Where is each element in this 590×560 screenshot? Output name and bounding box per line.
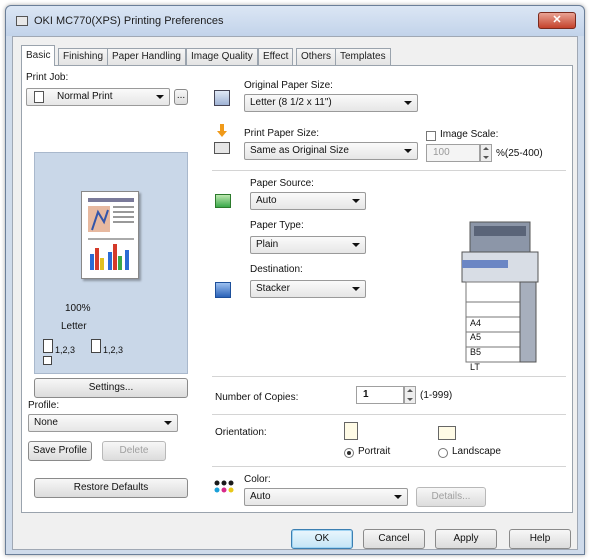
profile-label: Profile: — [28, 400, 60, 411]
paper-type-value: Plain — [256, 239, 279, 250]
tab-others[interactable]: Others — [296, 48, 337, 65]
print-job-value: Normal Print — [57, 91, 113, 102]
apply-button[interactable]: Apply — [435, 529, 497, 549]
collate-label-2: 1,2,3 — [103, 345, 124, 355]
tray-label-b5: B5 — [470, 347, 482, 357]
image-scale-range: %(25-400) — [496, 148, 543, 159]
image-scale-stepper[interactable] — [480, 144, 492, 162]
delete-profile-button[interactable]: Delete — [102, 441, 166, 461]
output-bin-icon — [215, 282, 231, 298]
chevron-down-icon — [164, 421, 172, 425]
paper-source-select[interactable]: Auto — [250, 192, 366, 210]
tray-label-a4: A4 — [470, 318, 482, 328]
color-select[interactable]: Auto — [244, 488, 408, 506]
separator — [212, 414, 566, 415]
tab-effect[interactable]: Effect — [258, 48, 294, 65]
window-title: OKI MC770(XPS) Printing Preferences — [34, 15, 224, 27]
tab-paper-handling[interactable]: Paper Handling — [107, 48, 186, 65]
separator — [212, 376, 566, 377]
save-profile-button[interactable]: Save Profile — [28, 441, 92, 461]
separator — [212, 466, 566, 467]
color-value: Auto — [250, 491, 271, 502]
help-button[interactable]: Help — [509, 529, 571, 549]
chevron-down-icon — [394, 495, 402, 499]
copies-label: Number of Copies: — [215, 392, 299, 403]
landscape-radio[interactable] — [438, 448, 448, 458]
original-paper-size-select[interactable]: Letter (8 1/2 x 11") — [244, 94, 418, 112]
chevron-down-icon — [352, 287, 360, 291]
print-paper-size-label: Print Paper Size: — [244, 128, 320, 139]
image-scale-input[interactable]: 100 — [426, 144, 480, 162]
chevron-down-icon — [352, 243, 360, 247]
color-details-button[interactable]: Details... — [416, 487, 486, 507]
printer-icon — [214, 142, 230, 154]
tab-finishing[interactable]: Finishing — [58, 48, 109, 65]
settings-button[interactable]: Settings... — [34, 378, 188, 398]
image-scale-checkbox[interactable] — [426, 131, 436, 141]
copies-range: (1-999) — [420, 390, 453, 401]
collate-label-1: 1,2,3 — [55, 345, 76, 355]
tray-label-a5: A5 — [470, 332, 482, 342]
print-job-label: Print Job: — [26, 72, 69, 83]
paper-tray-icon — [215, 194, 231, 208]
arrow-down-icon — [217, 124, 227, 140]
tray-label-lt: LT — [470, 362, 480, 372]
duplex-icon — [43, 356, 52, 365]
image-scale-label: Image Scale: — [440, 129, 499, 140]
paper-type-select[interactable]: Plain — [250, 236, 366, 254]
cancel-button[interactable]: Cancel — [363, 529, 425, 549]
layout-preview: 100% Letter 1,2,3 1,2,3 — [34, 152, 188, 374]
orientation-label: Orientation: — [215, 427, 267, 438]
close-button[interactable]: ✕ — [538, 12, 576, 29]
landscape-label: Landscape — [452, 446, 501, 457]
print-paper-size-select[interactable]: Same as Original Size — [244, 142, 418, 160]
print-job-more-button[interactable]: ... — [174, 89, 188, 105]
collate-icon — [43, 339, 53, 353]
paper-source-label: Paper Source: — [250, 178, 314, 189]
paper-source-value: Auto — [256, 195, 277, 206]
portrait-label: Portrait — [358, 446, 391, 457]
paper-type-label: Paper Type: — [250, 220, 304, 231]
printer-icon — [16, 16, 28, 26]
paper-size-icon — [214, 90, 230, 106]
original-paper-size-label: Original Paper Size: — [244, 80, 333, 91]
chevron-down-icon — [404, 149, 412, 153]
color-dots-icon — [214, 480, 234, 494]
print-job-select[interactable]: Normal Print — [26, 88, 170, 106]
restore-defaults-button[interactable]: Restore Defaults — [34, 478, 188, 498]
tab-image-quality[interactable]: Image Quality — [186, 48, 258, 65]
printing-preferences-window: OKI MC770(XPS) Printing Preferences ✕ Ba… — [5, 5, 585, 555]
basic-tab-panel: Print Job: Normal Print ... 100% Letter … — [21, 65, 573, 513]
chevron-down-icon — [404, 101, 412, 105]
destination-value: Stacker — [256, 283, 290, 294]
color-label: Color: — [244, 474, 271, 485]
document-icon — [34, 91, 44, 103]
tab-templates[interactable]: Templates — [335, 48, 391, 65]
portrait-radio[interactable] — [344, 448, 354, 458]
collate-icon-2 — [91, 339, 101, 353]
chevron-down-icon — [156, 95, 164, 99]
printer-illustration-icon — [448, 216, 552, 366]
zoom-level: 100% — [65, 303, 91, 314]
copies-stepper[interactable] — [404, 386, 416, 404]
title-bar: OKI MC770(XPS) Printing Preferences ✕ — [6, 6, 584, 36]
profile-value: None — [34, 417, 58, 428]
chevron-down-icon — [352, 199, 360, 203]
tab-basic[interactable]: Basic — [21, 45, 56, 66]
original-paper-size-value: Letter (8 1/2 x 11") — [250, 97, 332, 108]
copies-input[interactable]: 1 — [356, 386, 404, 404]
destination-select[interactable]: Stacker — [250, 280, 366, 298]
portrait-icon — [344, 422, 358, 440]
destination-label: Destination: — [250, 264, 303, 275]
dialog-client: Basic Finishing Paper Handling Image Qua… — [12, 36, 578, 550]
separator — [212, 170, 566, 171]
close-icon: ✕ — [552, 14, 562, 26]
landscape-icon — [438, 426, 456, 440]
profile-select[interactable]: None — [28, 414, 178, 432]
ok-button[interactable]: OK — [291, 529, 353, 549]
paper-size-preview: Letter — [61, 321, 87, 332]
print-paper-size-value: Same as Original Size — [250, 145, 349, 156]
page-preview-icon — [81, 191, 139, 279]
